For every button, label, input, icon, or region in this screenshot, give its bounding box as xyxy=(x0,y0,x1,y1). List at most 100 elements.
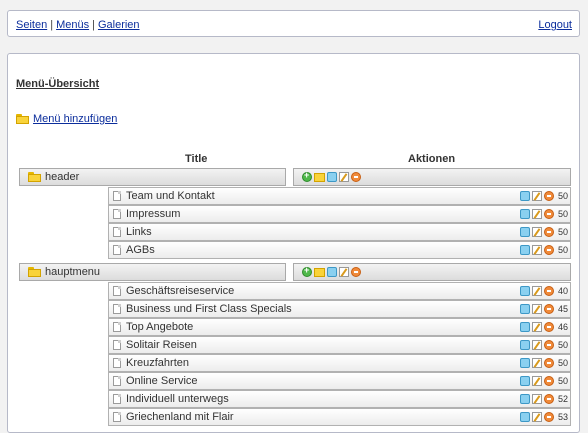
edit-icon[interactable] xyxy=(532,304,542,314)
item-order-number: 45 xyxy=(557,304,568,314)
add-icon[interactable] xyxy=(302,170,312,182)
view-icon[interactable] xyxy=(520,227,530,237)
item-order-number: 50 xyxy=(557,227,568,237)
delete-icon[interactable] xyxy=(544,322,554,332)
item-order-number: 50 xyxy=(557,376,568,386)
menu-item-label: Solitair Reisen xyxy=(126,339,197,351)
menu-item-row[interactable]: Business und First Class Specials 45 xyxy=(108,300,571,318)
delete-icon[interactable] xyxy=(544,286,554,296)
view-icon[interactable] xyxy=(520,304,530,314)
nav-link-galerien[interactable]: Galerien xyxy=(98,19,140,31)
menu-item-row[interactable]: Team und Kontakt 50 xyxy=(108,187,571,205)
folder-icon xyxy=(28,267,41,277)
menu-item-label: Links xyxy=(126,226,152,238)
menu-item-row[interactable]: Solitair Reisen 50 xyxy=(108,336,571,354)
delete-icon[interactable] xyxy=(351,172,361,182)
menu-actions-header xyxy=(293,168,571,186)
document-icon xyxy=(113,304,121,314)
menu-item-label: Top Angebote xyxy=(126,321,194,333)
menu-item-row[interactable]: Top Angebote 46 xyxy=(108,318,571,336)
item-order-number: 50 xyxy=(557,358,568,368)
menu-item-row[interactable]: Griechenland mit Flair 53 xyxy=(108,408,571,426)
folder-icon[interactable] xyxy=(314,267,325,277)
logout-link[interactable]: Logout xyxy=(538,19,572,31)
edit-icon[interactable] xyxy=(532,340,542,350)
menu-item-label: Griechenland mit Flair xyxy=(126,411,234,423)
document-icon xyxy=(113,245,121,255)
menu-actions-hauptmenu xyxy=(293,263,571,281)
item-order-number: 52 xyxy=(557,394,568,404)
view-icon[interactable] xyxy=(520,286,530,296)
view-icon[interactable] xyxy=(520,322,530,332)
menu-item-row[interactable]: Geschäftsreiseservice 40 xyxy=(108,282,571,300)
menu-item-row[interactable]: Impressum 50 xyxy=(108,205,571,223)
edit-icon[interactable] xyxy=(532,245,542,255)
menu-item-label: Geschäftsreiseservice xyxy=(126,285,235,297)
delete-icon[interactable] xyxy=(544,340,554,350)
menu-row-hauptmenu[interactable]: hauptmenu xyxy=(19,263,286,281)
view-icon[interactable] xyxy=(520,340,530,350)
edit-icon[interactable] xyxy=(532,191,542,201)
menu-item-row[interactable]: Links 50 xyxy=(108,223,571,241)
delete-icon[interactable] xyxy=(351,267,361,277)
delete-icon[interactable] xyxy=(544,412,554,422)
nav-separator: | xyxy=(50,19,54,31)
delete-icon[interactable] xyxy=(544,358,554,368)
view-icon[interactable] xyxy=(520,412,530,422)
delete-icon[interactable] xyxy=(544,209,554,219)
edit-icon[interactable] xyxy=(532,412,542,422)
menu-name: header xyxy=(45,171,80,183)
item-order-number: 46 xyxy=(557,322,568,332)
document-icon xyxy=(113,376,121,386)
edit-icon[interactable] xyxy=(339,267,349,277)
folder-icon xyxy=(16,114,29,124)
column-header-actions: Aktionen xyxy=(408,153,456,165)
top-navigation-bar: Seiten | Menüs | Galerien Logout xyxy=(7,10,580,37)
view-icon[interactable] xyxy=(520,376,530,386)
menu-item-label: Team und Kontakt xyxy=(126,190,215,202)
edit-icon[interactable] xyxy=(532,286,542,296)
delete-icon[interactable] xyxy=(544,245,554,255)
item-order-number: 50 xyxy=(557,340,568,350)
nav-separator: | xyxy=(92,19,95,31)
document-icon xyxy=(113,322,121,332)
delete-icon[interactable] xyxy=(544,376,554,386)
view-icon[interactable] xyxy=(520,191,530,201)
document-icon xyxy=(113,412,121,422)
menu-item-row[interactable]: Online Service 50 xyxy=(108,372,571,390)
content-panel: Menü-Übersicht Menü hinzufügen Title Akt… xyxy=(7,53,580,433)
view-icon[interactable] xyxy=(520,358,530,368)
delete-icon[interactable] xyxy=(544,227,554,237)
menu-item-row[interactable]: Individuell unterwegs 52 xyxy=(108,390,571,408)
folder-icon[interactable] xyxy=(314,172,325,182)
menu-name: hauptmenu xyxy=(45,266,101,278)
view-icon[interactable] xyxy=(327,267,337,277)
edit-icon[interactable] xyxy=(339,172,349,182)
add-icon[interactable] xyxy=(302,265,312,277)
view-icon[interactable] xyxy=(520,245,530,255)
menu-item-label: Impressum xyxy=(126,208,181,220)
view-icon[interactable] xyxy=(520,394,530,404)
nav-link-menues[interactable]: Menüs xyxy=(56,19,89,31)
edit-icon[interactable] xyxy=(532,227,542,237)
menu-item-row[interactable]: AGBs 50 xyxy=(108,241,571,259)
page-title: Menü-Übersicht xyxy=(16,78,100,90)
document-icon xyxy=(113,340,121,350)
menu-item-label: Business und First Class Specials xyxy=(126,303,292,315)
item-order-number: 50 xyxy=(557,245,568,255)
delete-icon[interactable] xyxy=(544,191,554,201)
nav-link-seiten[interactable]: Seiten xyxy=(16,19,47,31)
delete-icon[interactable] xyxy=(544,394,554,404)
menu-item-label: AGBs xyxy=(126,244,155,256)
view-icon[interactable] xyxy=(327,172,337,182)
edit-icon[interactable] xyxy=(532,376,542,386)
delete-icon[interactable] xyxy=(544,304,554,314)
add-menu-link[interactable]: Menü hinzufügen xyxy=(33,113,117,125)
edit-icon[interactable] xyxy=(532,322,542,332)
menu-row-header[interactable]: header xyxy=(19,168,286,186)
edit-icon[interactable] xyxy=(532,394,542,404)
edit-icon[interactable] xyxy=(532,209,542,219)
view-icon[interactable] xyxy=(520,209,530,219)
menu-item-row[interactable]: Kreuzfahrten 50 xyxy=(108,354,571,372)
edit-icon[interactable] xyxy=(532,358,542,368)
